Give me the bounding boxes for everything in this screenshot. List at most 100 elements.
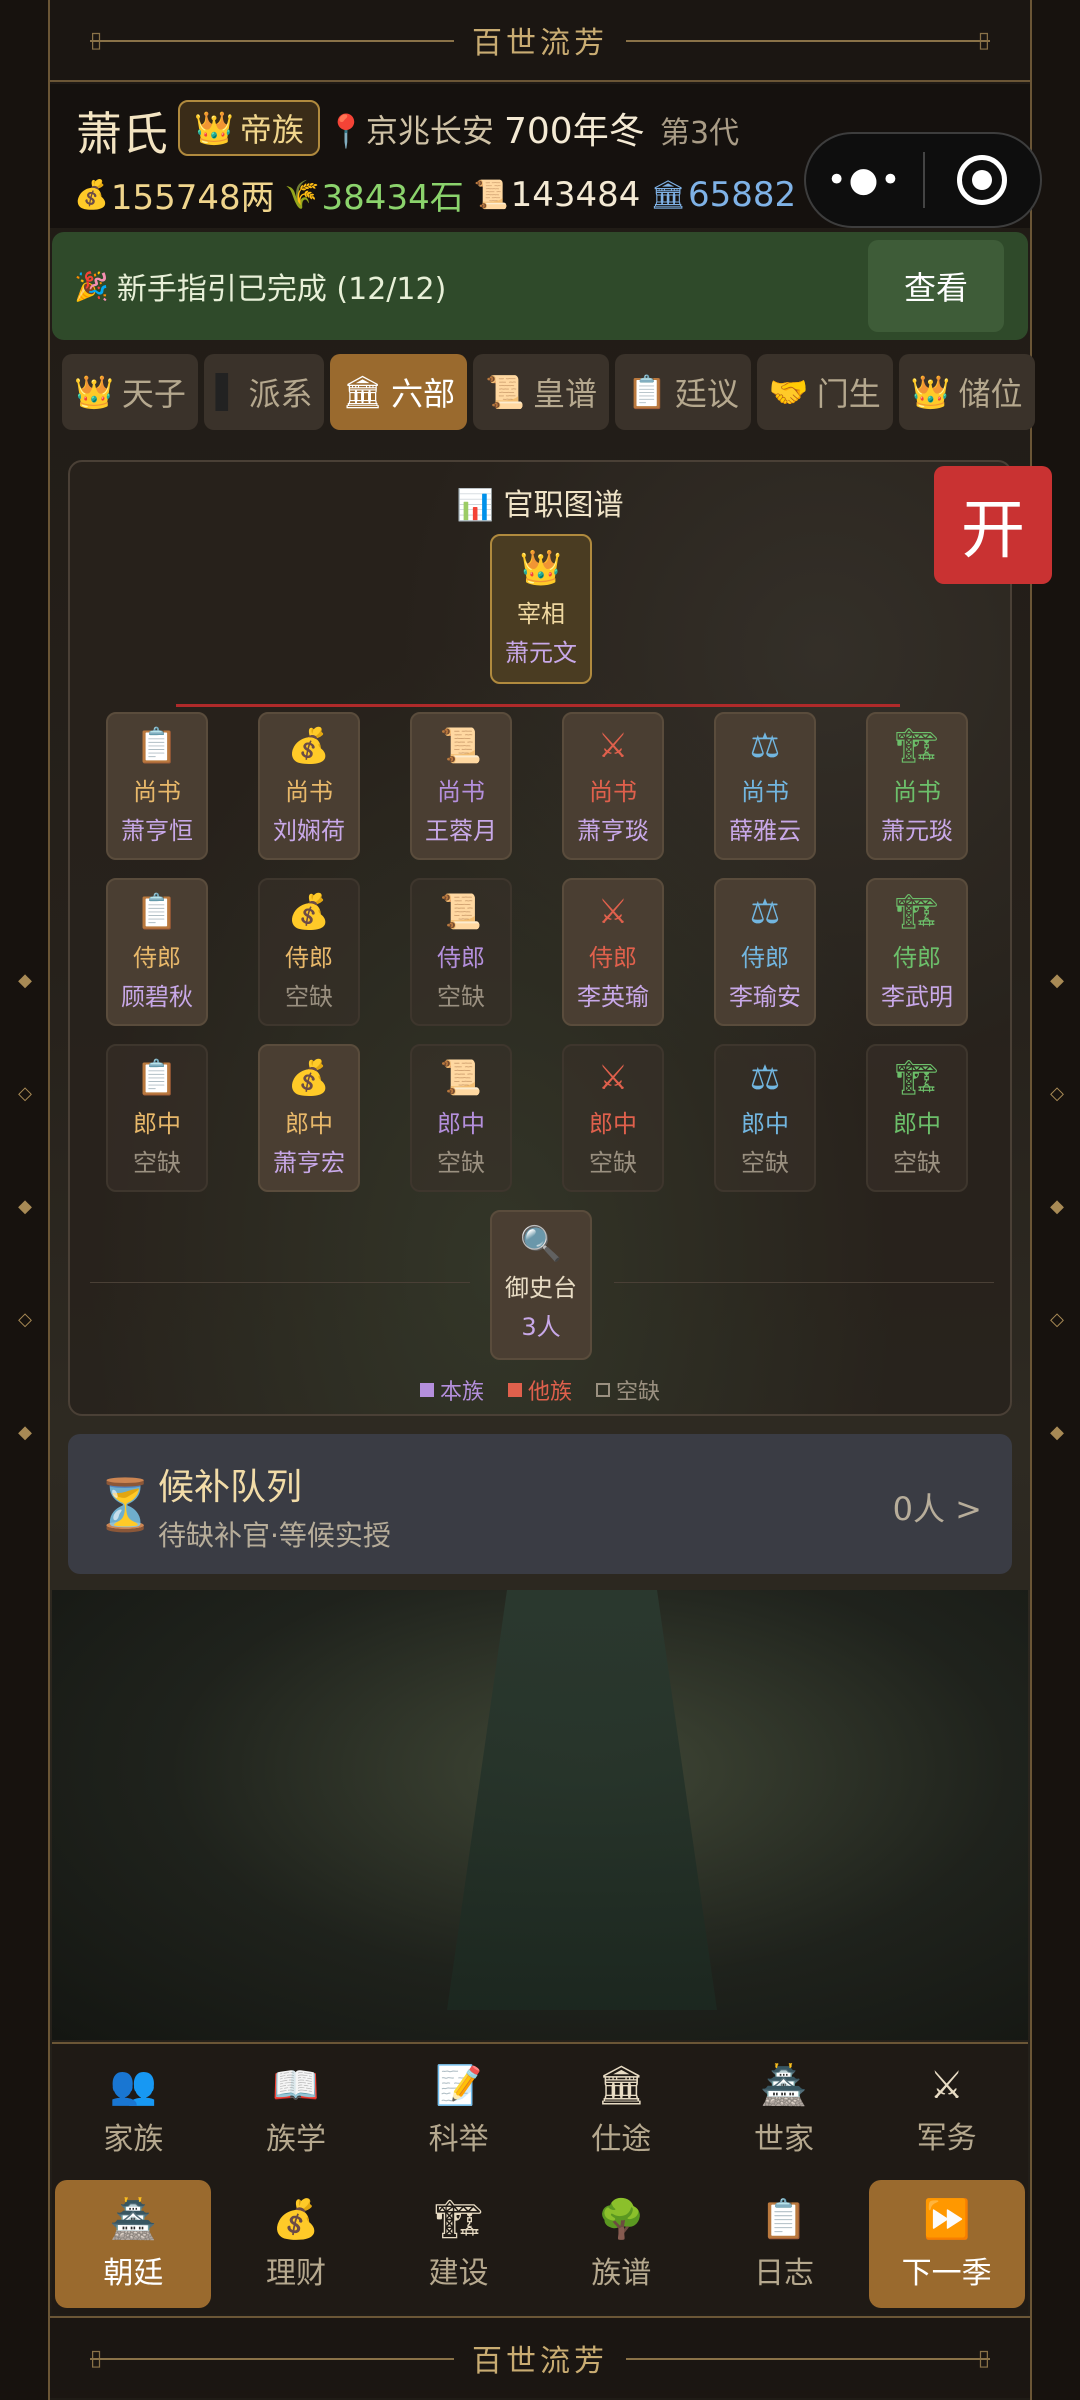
right-border: ◆ ◇ ◆ ◇ ◆ [1030,0,1080,2400]
banner-line [90,2358,490,2360]
office-position: 尚书 [437,778,485,806]
office-card[interactable]: 🏗 尚书 萧元琰 [866,712,968,860]
tab-label: 储位 [958,375,1023,413]
office-position: 郎中 [133,1110,181,1138]
crown-icon: 👑 [194,109,234,147]
office-position: 侍郎 [133,944,181,972]
hierarchy-line [176,704,900,707]
office-holder: 空缺 [589,1149,637,1177]
office-position: 尚书 [741,778,789,806]
nav-label: 族谱 [591,2255,652,2291]
nav-item-secondary-3[interactable]: 🌳 族谱 [543,2180,699,2308]
tab-six-ministries[interactable]: 🏛 六部 [330,354,468,430]
tab-imperial-genealogy[interactable]: 📜 皇谱 [473,354,609,430]
crown-icon: 👑 [74,373,114,411]
nav-row-primary: 👥 家族 📖 族学 📝 科举 🏛 仕途 🏯 世家 ⚔ 军务 [52,2046,1028,2174]
ministry-icon: 📋 [135,892,179,932]
target-icon [957,155,1008,205]
ministry-icon: ⚔ [597,1058,629,1098]
org-title: 📊 官职图谱 [70,480,1010,524]
legend-swatch [419,1383,434,1397]
ministry-icon: ⚖ [749,892,781,932]
nav-item-primary-2[interactable]: 📝 科举 [381,2046,537,2174]
tab-faction[interactable]: ▌ 派系 [203,354,325,430]
office-card[interactable]: 📜 郎中 空缺 [410,1044,512,1192]
office-card[interactable]: ⚔ 郎中 空缺 [562,1044,664,1192]
grain-icon: 🌾 [284,178,320,211]
censorate-card[interactable]: 🔍 御史台 3人 [490,1210,592,1360]
office-card[interactable]: 📋 郎中 空缺 [106,1044,208,1192]
office-card[interactable]: 💰 郎中 萧亨宏 [258,1044,360,1192]
tab-disciples[interactable]: 🤝 门生 [756,354,893,430]
legend: 本族 他族 空缺 [70,1374,1010,1406]
chart-icon: 📊 [456,488,494,523]
office-position: 郎中 [893,1110,941,1138]
tab-court-debate[interactable]: 📋 廷议 [614,354,751,430]
office-card[interactable]: ⚔ 尚书 萧亨琰 [562,712,664,860]
crown-icon: 👑 [910,373,951,411]
office-card[interactable]: 💰 尚书 刘娴荷 [258,712,360,860]
scroll-icon: 📜 [485,373,525,411]
legend-label: 他族 [527,1380,572,1405]
ministry-icon: 📜 [439,892,483,932]
office-holder: 薛雅云 [729,817,801,845]
left-border: ◆ ◇ ◆ ◇ ◆ [0,0,50,2400]
candidate-queue[interactable]: ⏳ 候补队列 待缺补官·等候实授 0人 > [68,1434,1012,1574]
office-card[interactable]: 📜 侍郎 空缺 [410,878,512,1026]
nav-item-secondary-1[interactable]: 💰 理财 [218,2180,374,2308]
rank-badge[interactable]: 👑 帝族 [178,100,320,156]
chancellor-card[interactable]: 👑 宰相 萧元文 [490,534,592,684]
more-button[interactable]: •●• [806,160,923,200]
nav-item-secondary-0[interactable]: 🏯 朝廷 [55,2180,212,2308]
nav-icon: 🏯 [109,2196,157,2241]
nav-item-secondary-4[interactable]: 📋 日志 [706,2180,862,2308]
office-card[interactable]: 📜 尚书 王蓉月 [410,712,512,860]
resource-money: 💰 155748两 [74,170,275,219]
nav-item-primary-3[interactable]: 🏛 仕途 [543,2046,699,2174]
nav-item-primary-5[interactable]: ⚔ 军务 [869,2046,1025,2174]
tab-label: 天子 [121,375,186,413]
banner-line [590,2358,990,2360]
open-button[interactable]: 开 [934,466,1052,584]
office-card[interactable]: 📋 侍郎 顾碧秋 [106,878,208,1026]
office-position: 侍郎 [741,944,789,972]
building-icon: 🏛 [650,178,686,211]
office-card[interactable]: 🏗 侍郎 李武明 [866,878,968,1026]
legend-label: 本族 [439,1380,484,1405]
tab-succession[interactable]: 👑 储位 [898,354,1035,430]
office-card[interactable]: ⚖ 侍郎 李瑜安 [714,878,816,1026]
office-card[interactable]: 💰 侍郎 空缺 [258,878,360,1026]
office-card[interactable]: ⚖ 郎中 空缺 [714,1044,816,1192]
office-holder: 李英瑜 [577,983,649,1011]
office-position: 尚书 [133,778,181,806]
censorate-name: 御史台 [505,1274,577,1302]
nav-label: 军务 [916,2121,977,2156]
nav-item-primary-1[interactable]: 📖 族学 [218,2046,374,2174]
nav-item-primary-0[interactable]: 👥 家族 [55,2046,211,2174]
office-holder: 空缺 [133,1149,181,1177]
ministry-icon: ⚔ [597,726,629,766]
org-title-text: 官职图谱 [503,488,624,523]
legend-label: 空缺 [616,1380,661,1405]
tab-label: 派系 [248,375,313,413]
office-card[interactable]: ⚔ 侍郎 李英瑜 [562,878,664,1026]
close-button[interactable] [925,155,1040,205]
office-card[interactable]: 🏗 郎中 空缺 [866,1044,968,1192]
view-button[interactable]: 查看 [868,240,1004,332]
nav-item-secondary-2[interactable]: 🏗 建设 [381,2180,537,2308]
office-card[interactable]: 📋 尚书 萧亨恒 [106,712,208,860]
office-position: 郎中 [285,1110,333,1138]
left-ornament: ◆ ◇ ◆ ◇ ◆ [18,970,32,1443]
tab-emperor[interactable]: 👑 天子 [62,354,198,430]
nav-item-secondary-5[interactable]: ⏩ 下一季 [868,2180,1025,2308]
nav-item-primary-4[interactable]: 🏯 世家 [706,2046,862,2174]
queue-title: 候补队列 [158,1467,303,1508]
queue-count: 0人 > [892,1490,982,1528]
ministry-icon: 🏗 [895,1058,939,1098]
office-card[interactable]: ⚖ 尚书 薛雅云 [714,712,816,860]
office-holder: 刘娴荷 [273,817,345,845]
legend-swatch [596,1383,610,1397]
office-holder: 空缺 [285,983,333,1011]
tab-label: 皇谱 [532,375,597,413]
nav-label: 族学 [265,2121,326,2157]
